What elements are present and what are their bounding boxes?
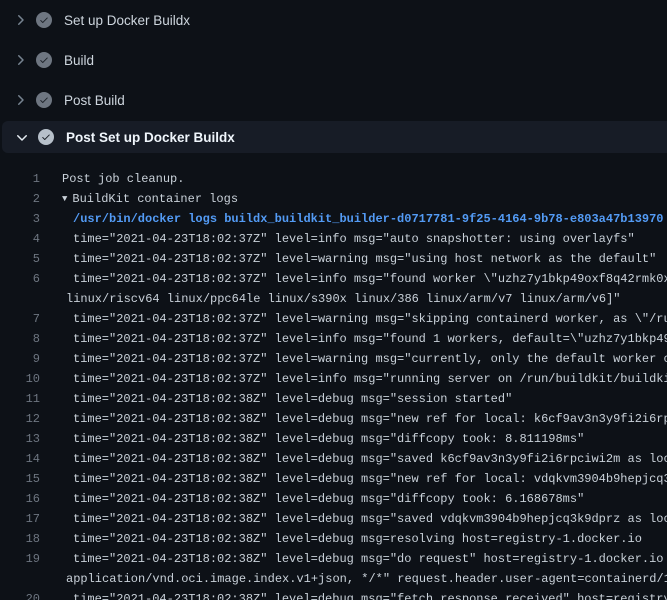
chevron-right-icon[interactable] <box>12 52 28 68</box>
step-title: Build <box>64 53 94 68</box>
log-line: 15 time="2021-04-23T18:02:38Z" level=debu… <box>0 469 667 489</box>
log-line: 2 ▼BuildKit container logs <box>0 189 667 209</box>
log-text: time="2021-04-23T18:02:38Z" level=debug … <box>73 429 584 449</box>
log-line: 11 time="2021-04-23T18:02:38Z" level=debu… <box>0 389 667 409</box>
line-number[interactable]: 11 <box>0 389 40 409</box>
log-line: 19 time="2021-04-23T18:02:38Z" level=debu… <box>0 549 667 569</box>
log-text: time="2021-04-23T18:02:38Z" level=debug … <box>73 449 667 469</box>
line-number[interactable]: 14 <box>0 449 40 469</box>
log-text: time="2021-04-23T18:02:38Z" level=debug … <box>73 529 642 549</box>
log-text: time="2021-04-23T18:02:38Z" level=debug … <box>73 549 667 569</box>
log-line: 13 time="2021-04-23T18:02:38Z" level=debu… <box>0 429 667 449</box>
log-text: time="2021-04-23T18:02:37Z" level=warnin… <box>73 309 667 329</box>
log-text: time="2021-04-23T18:02:37Z" level=warnin… <box>73 249 656 269</box>
log-line: 10 time="2021-04-23T18:02:37Z" level=info… <box>0 369 667 389</box>
workflow-log-viewer: Set up Docker Buildx Build Post Build <box>0 0 667 600</box>
step-row-post-setup-docker-buildx[interactable]: Post Set up Docker Buildx <box>2 121 667 153</box>
line-number[interactable]: 2 <box>0 189 40 209</box>
log-area: 1 Post job cleanup. 2 ▼BuildKit container l… <box>0 153 667 600</box>
step-row-build[interactable]: Build <box>0 40 667 80</box>
log-line: linux/riscv64 linux/ppc64le linux/s390x … <box>0 289 667 309</box>
log-text: time="2021-04-23T18:02:37Z" level=info m… <box>73 269 667 289</box>
line-number[interactable]: 7 <box>0 309 40 329</box>
log-text: time="2021-04-23T18:02:37Z" level=info m… <box>73 369 667 389</box>
check-icon <box>36 92 52 108</box>
line-number[interactable]: 18 <box>0 529 40 549</box>
chevron-right-icon[interactable] <box>12 12 28 28</box>
log-line: 9 time="2021-04-23T18:02:37Z" level=warni… <box>0 349 667 369</box>
line-number[interactable]: 8 <box>0 329 40 349</box>
log-text: time="2021-04-23T18:02:37Z" level=warnin… <box>73 349 667 369</box>
log-line: 8 time="2021-04-23T18:02:37Z" level=info … <box>0 329 667 349</box>
log-line: 4 time="2021-04-23T18:02:37Z" level=info … <box>0 229 667 249</box>
steps-list: Set up Docker Buildx Build Post Build <box>0 0 667 153</box>
check-icon <box>38 129 54 145</box>
log-line: 17 time="2021-04-23T18:02:38Z" level=debu… <box>0 509 667 529</box>
log-line: 16 time="2021-04-23T18:02:38Z" level=debu… <box>0 489 667 509</box>
chevron-right-icon[interactable] <box>12 92 28 108</box>
line-number <box>0 569 40 589</box>
log-text: time="2021-04-23T18:02:37Z" level=info m… <box>73 329 667 349</box>
triangle-down-icon[interactable]: ▼ <box>62 189 67 209</box>
log-line: 20 time="2021-04-23T18:02:38Z" level=debu… <box>0 589 667 600</box>
log-line: 5 time="2021-04-23T18:02:37Z" level=warni… <box>0 249 667 269</box>
line-number[interactable]: 19 <box>0 549 40 569</box>
log-text: Post job cleanup. <box>62 169 184 189</box>
line-number[interactable]: 6 <box>0 269 40 289</box>
log-text: time="2021-04-23T18:02:38Z" level=debug … <box>73 389 512 409</box>
log-line: 6 time="2021-04-23T18:02:37Z" level=info … <box>0 269 667 289</box>
line-number[interactable]: 5 <box>0 249 40 269</box>
log-line: 7 time="2021-04-23T18:02:37Z" level=warni… <box>0 309 667 329</box>
line-number[interactable]: 1 <box>0 169 40 189</box>
check-icon <box>36 12 52 28</box>
step-row-post-build[interactable]: Post Build <box>0 80 667 120</box>
line-number[interactable]: 12 <box>0 409 40 429</box>
line-number[interactable]: 9 <box>0 349 40 369</box>
log-text: time="2021-04-23T18:02:38Z" level=debug … <box>73 409 667 429</box>
line-number <box>0 289 40 309</box>
log-text: time="2021-04-23T18:02:38Z" level=debug … <box>73 469 667 489</box>
log-line: application/vnd.oci.image.index.v1+json,… <box>0 569 667 589</box>
command-text: /usr/bin/docker logs buildx_buildkit_bui… <box>73 209 664 229</box>
line-number[interactable]: 16 <box>0 489 40 509</box>
step-title: Post Build <box>64 93 125 108</box>
chevron-down-icon[interactable] <box>14 129 30 145</box>
log-text: time="2021-04-23T18:02:38Z" level=debug … <box>73 589 667 600</box>
line-number[interactable]: 4 <box>0 229 40 249</box>
step-title: Set up Docker Buildx <box>64 13 190 28</box>
log-text: time="2021-04-23T18:02:38Z" level=debug … <box>73 509 667 529</box>
log-line: 18 time="2021-04-23T18:02:38Z" level=debu… <box>0 529 667 549</box>
check-icon <box>36 52 52 68</box>
step-row-setup-docker-buildx[interactable]: Set up Docker Buildx <box>0 0 667 40</box>
line-number[interactable]: 10 <box>0 369 40 389</box>
log-line: 3/usr/bin/docker logs buildx_buildkit_bu… <box>0 209 667 229</box>
log-line: 12 time="2021-04-23T18:02:38Z" level=debu… <box>0 409 667 429</box>
group-toggle-label[interactable]: ▼BuildKit container logs <box>62 189 238 209</box>
log-text: linux/riscv64 linux/ppc64le linux/s390x … <box>66 289 621 309</box>
line-number[interactable]: 20 <box>0 589 40 600</box>
line-number[interactable]: 3 <box>0 209 40 229</box>
log-text: time="2021-04-23T18:02:37Z" level=info m… <box>73 229 635 249</box>
log-line: 1 Post job cleanup. <box>0 169 667 189</box>
log-text: time="2021-04-23T18:02:38Z" level=debug … <box>73 489 584 509</box>
log-text: application/vnd.oci.image.index.v1+json,… <box>66 569 667 589</box>
line-number[interactable]: 17 <box>0 509 40 529</box>
line-number[interactable]: 13 <box>0 429 40 449</box>
step-title: Post Set up Docker Buildx <box>66 130 235 145</box>
line-number[interactable]: 15 <box>0 469 40 489</box>
log-line: 14 time="2021-04-23T18:02:38Z" level=debu… <box>0 449 667 469</box>
